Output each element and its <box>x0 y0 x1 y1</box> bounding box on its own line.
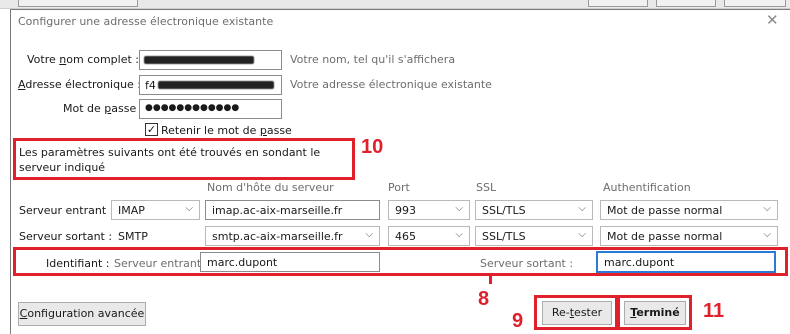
background-button <box>656 0 716 7</box>
chevron-down-icon: ⌵ <box>455 203 463 214</box>
outgoing-ssl-value: SSL/TLS <box>482 230 526 243</box>
full-name-hint: Votre nom, tel qu'il s'affichera <box>290 53 456 66</box>
incoming-hostname-value: imap.ac-aix-marseille.fr <box>212 204 343 217</box>
remember-password-label[interactable]: Retenir le mot de passe <box>161 124 292 137</box>
chevron-down-icon: ⌵ <box>185 203 193 214</box>
full-name-input[interactable] <box>139 50 282 70</box>
password-input[interactable]: ●●●●●●●●●●●● <box>139 99 282 119</box>
background-button <box>724 0 786 7</box>
outgoing-ssl-select[interactable]: SSL/TLS ⌵ <box>475 226 593 246</box>
dialog-title: Configurer une adresse électronique exis… <box>18 15 274 28</box>
incoming-port-select[interactable]: 993 ⌵ <box>388 200 470 220</box>
chevron-down-icon: ⌵ <box>365 229 373 240</box>
incoming-username-input[interactable]: marc.dupont <box>200 252 380 272</box>
annotation-number-9: 9 <box>512 310 524 332</box>
outgoing-port-value: 465 <box>395 230 416 243</box>
identifier-incoming-label: Serveur entrant : <box>114 257 209 270</box>
incoming-auth-value: Mot de passe normal <box>607 204 723 217</box>
column-ssl: SSL <box>476 181 497 194</box>
email-label: Adresse électronique : <box>18 78 142 91</box>
incoming-auth-select[interactable]: Mot de passe normal ⌵ <box>600 200 778 220</box>
outgoing-username-value: marc.dupont <box>604 256 675 269</box>
chevron-down-icon: ⌵ <box>578 229 586 240</box>
close-icon[interactable]: ✕ <box>766 11 779 29</box>
password-value: ●●●●●●●●●●●● <box>145 103 240 113</box>
outgoing-hostname-value: smtp.ac-aix-marseille.fr <box>212 230 343 243</box>
done-button[interactable]: Terminé <box>624 301 686 325</box>
column-hostname: Nom d'hôte du serveur <box>207 181 334 194</box>
email-input[interactable]: f4 <box>139 75 282 95</box>
column-auth: Authentification <box>603 181 691 194</box>
email-value: f4 <box>145 79 156 92</box>
incoming-protocol-value: IMAP <box>118 204 145 217</box>
retest-button[interactable]: Re-tester <box>542 301 612 325</box>
incoming-hostname-input[interactable]: imap.ac-aix-marseille.fr <box>205 200 380 220</box>
annotation-number-8: 8 <box>478 288 490 310</box>
background-button <box>588 0 648 7</box>
chevron-down-icon: ⌵ <box>455 229 463 240</box>
incoming-ssl-select[interactable]: SSL/TLS ⌵ <box>475 200 593 220</box>
redacted-name <box>144 56 254 64</box>
outgoing-port-select[interactable]: 465 ⌵ <box>388 226 470 246</box>
identifier-outgoing-label: Serveur sortant : <box>480 257 574 270</box>
password-label: Mot de passe : <box>63 102 144 115</box>
outgoing-auth-select[interactable]: Mot de passe normal ⌵ <box>600 226 778 246</box>
remember-password-checkbox[interactable]: ✓ <box>145 123 158 136</box>
redacted-email <box>158 81 274 89</box>
full-name-label: Votre nom complet : <box>27 53 140 66</box>
advanced-config-button[interactable]: Configuration avancée <box>18 302 146 326</box>
column-port: Port <box>388 181 410 194</box>
background-window-strip <box>0 0 790 9</box>
background-button <box>18 0 138 7</box>
email-hint: Votre adresse électronique existante <box>290 78 492 91</box>
detected-settings-notice: Les paramètres suivants ont été trouvés … <box>19 146 321 174</box>
chevron-down-icon: ⌵ <box>763 203 771 214</box>
outgoing-protocol: SMTP <box>118 230 148 243</box>
identifier-label: Identifiant : <box>46 257 110 270</box>
check-icon: ✓ <box>146 123 157 136</box>
outgoing-server-label: Serveur sortant : <box>19 230 113 243</box>
outgoing-auth-value: Mot de passe normal <box>607 230 723 243</box>
outgoing-hostname-select[interactable]: smtp.ac-aix-marseille.fr ⌵ <box>205 226 380 246</box>
chevron-down-icon: ⌵ <box>763 229 771 240</box>
incoming-server-label: Serveur entrant : <box>19 204 114 217</box>
chevron-down-icon: ⌵ <box>578 203 586 214</box>
incoming-username-value: marc.dupont <box>207 256 278 269</box>
outgoing-username-input[interactable]: marc.dupont <box>596 251 776 273</box>
annotation-number-10: 10 <box>361 136 384 158</box>
annotation-connector-8 <box>489 276 492 284</box>
annotation-number-11: 11 <box>703 300 725 322</box>
incoming-protocol-select[interactable]: IMAP ⌵ <box>111 200 200 220</box>
incoming-ssl-value: SSL/TLS <box>482 204 526 217</box>
incoming-port-value: 993 <box>395 204 416 217</box>
